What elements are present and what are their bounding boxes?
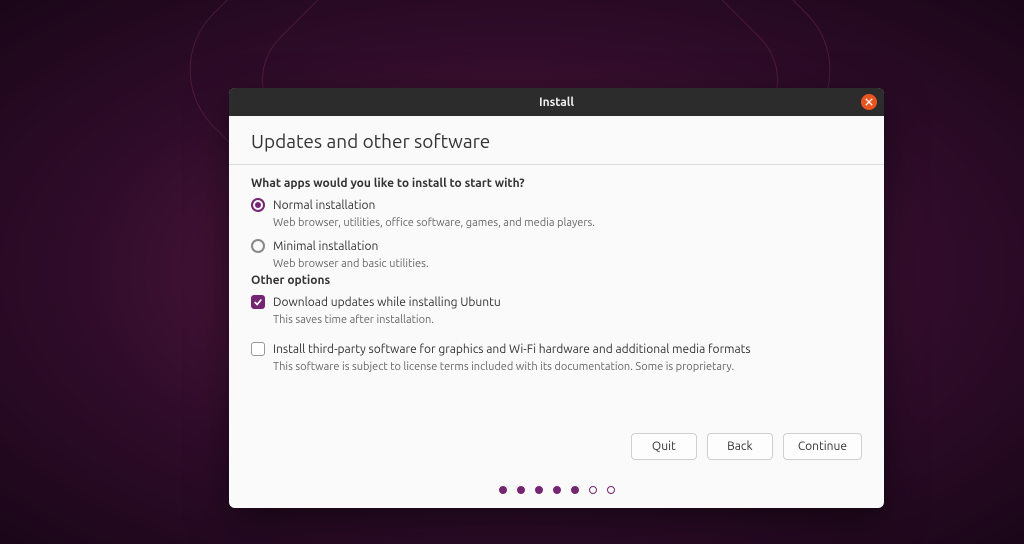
radio-label: Minimal installation	[273, 240, 378, 253]
normal-desc: Web browser, utilities, office software,…	[273, 217, 862, 229]
radio-label: Normal installation	[273, 199, 375, 212]
install-dialog: Install Updates and other software What …	[229, 88, 884, 508]
continue-button[interactable]: Continue	[783, 433, 862, 460]
progress-dot	[571, 486, 579, 494]
progress-dot	[589, 486, 597, 494]
titlebar: Install	[229, 88, 884, 116]
progress-dot	[607, 486, 615, 494]
back-button[interactable]: Back	[707, 433, 773, 460]
other-options-label: Other options	[251, 274, 862, 287]
question-label: What apps would you like to install to s…	[251, 177, 862, 190]
progress-dot	[535, 486, 543, 494]
download-updates-desc: This saves time after installation.	[273, 314, 862, 326]
progress-dot	[517, 486, 525, 494]
close-icon	[865, 98, 873, 106]
third-party-desc: This software is subject to license term…	[273, 361, 862, 373]
checkbox-icon	[251, 295, 265, 309]
radio-icon	[251, 198, 265, 212]
radio-icon	[251, 239, 265, 253]
close-button[interactable]	[861, 94, 877, 110]
divider	[229, 164, 884, 165]
footer-buttons: Quit Back Continue	[251, 433, 862, 474]
checkbox-label: Download updates while installing Ubuntu	[273, 296, 501, 309]
progress-dot	[553, 486, 561, 494]
minimal-desc: Web browser and basic utilities.	[273, 258, 862, 270]
checkbox-icon	[251, 342, 265, 356]
page-title: Updates and other software	[251, 130, 862, 152]
progress-indicator	[251, 474, 862, 508]
quit-button[interactable]: Quit	[631, 433, 697, 460]
window-title: Install	[539, 96, 574, 109]
radio-normal-installation[interactable]: Normal installation	[251, 196, 862, 214]
checkbox-label: Install third-party software for graphic…	[273, 343, 751, 356]
checkbox-download-updates[interactable]: Download updates while installing Ubuntu	[251, 293, 862, 311]
progress-dot	[499, 486, 507, 494]
checkbox-third-party[interactable]: Install third-party software for graphic…	[251, 340, 862, 358]
radio-minimal-installation[interactable]: Minimal installation	[251, 237, 862, 255]
